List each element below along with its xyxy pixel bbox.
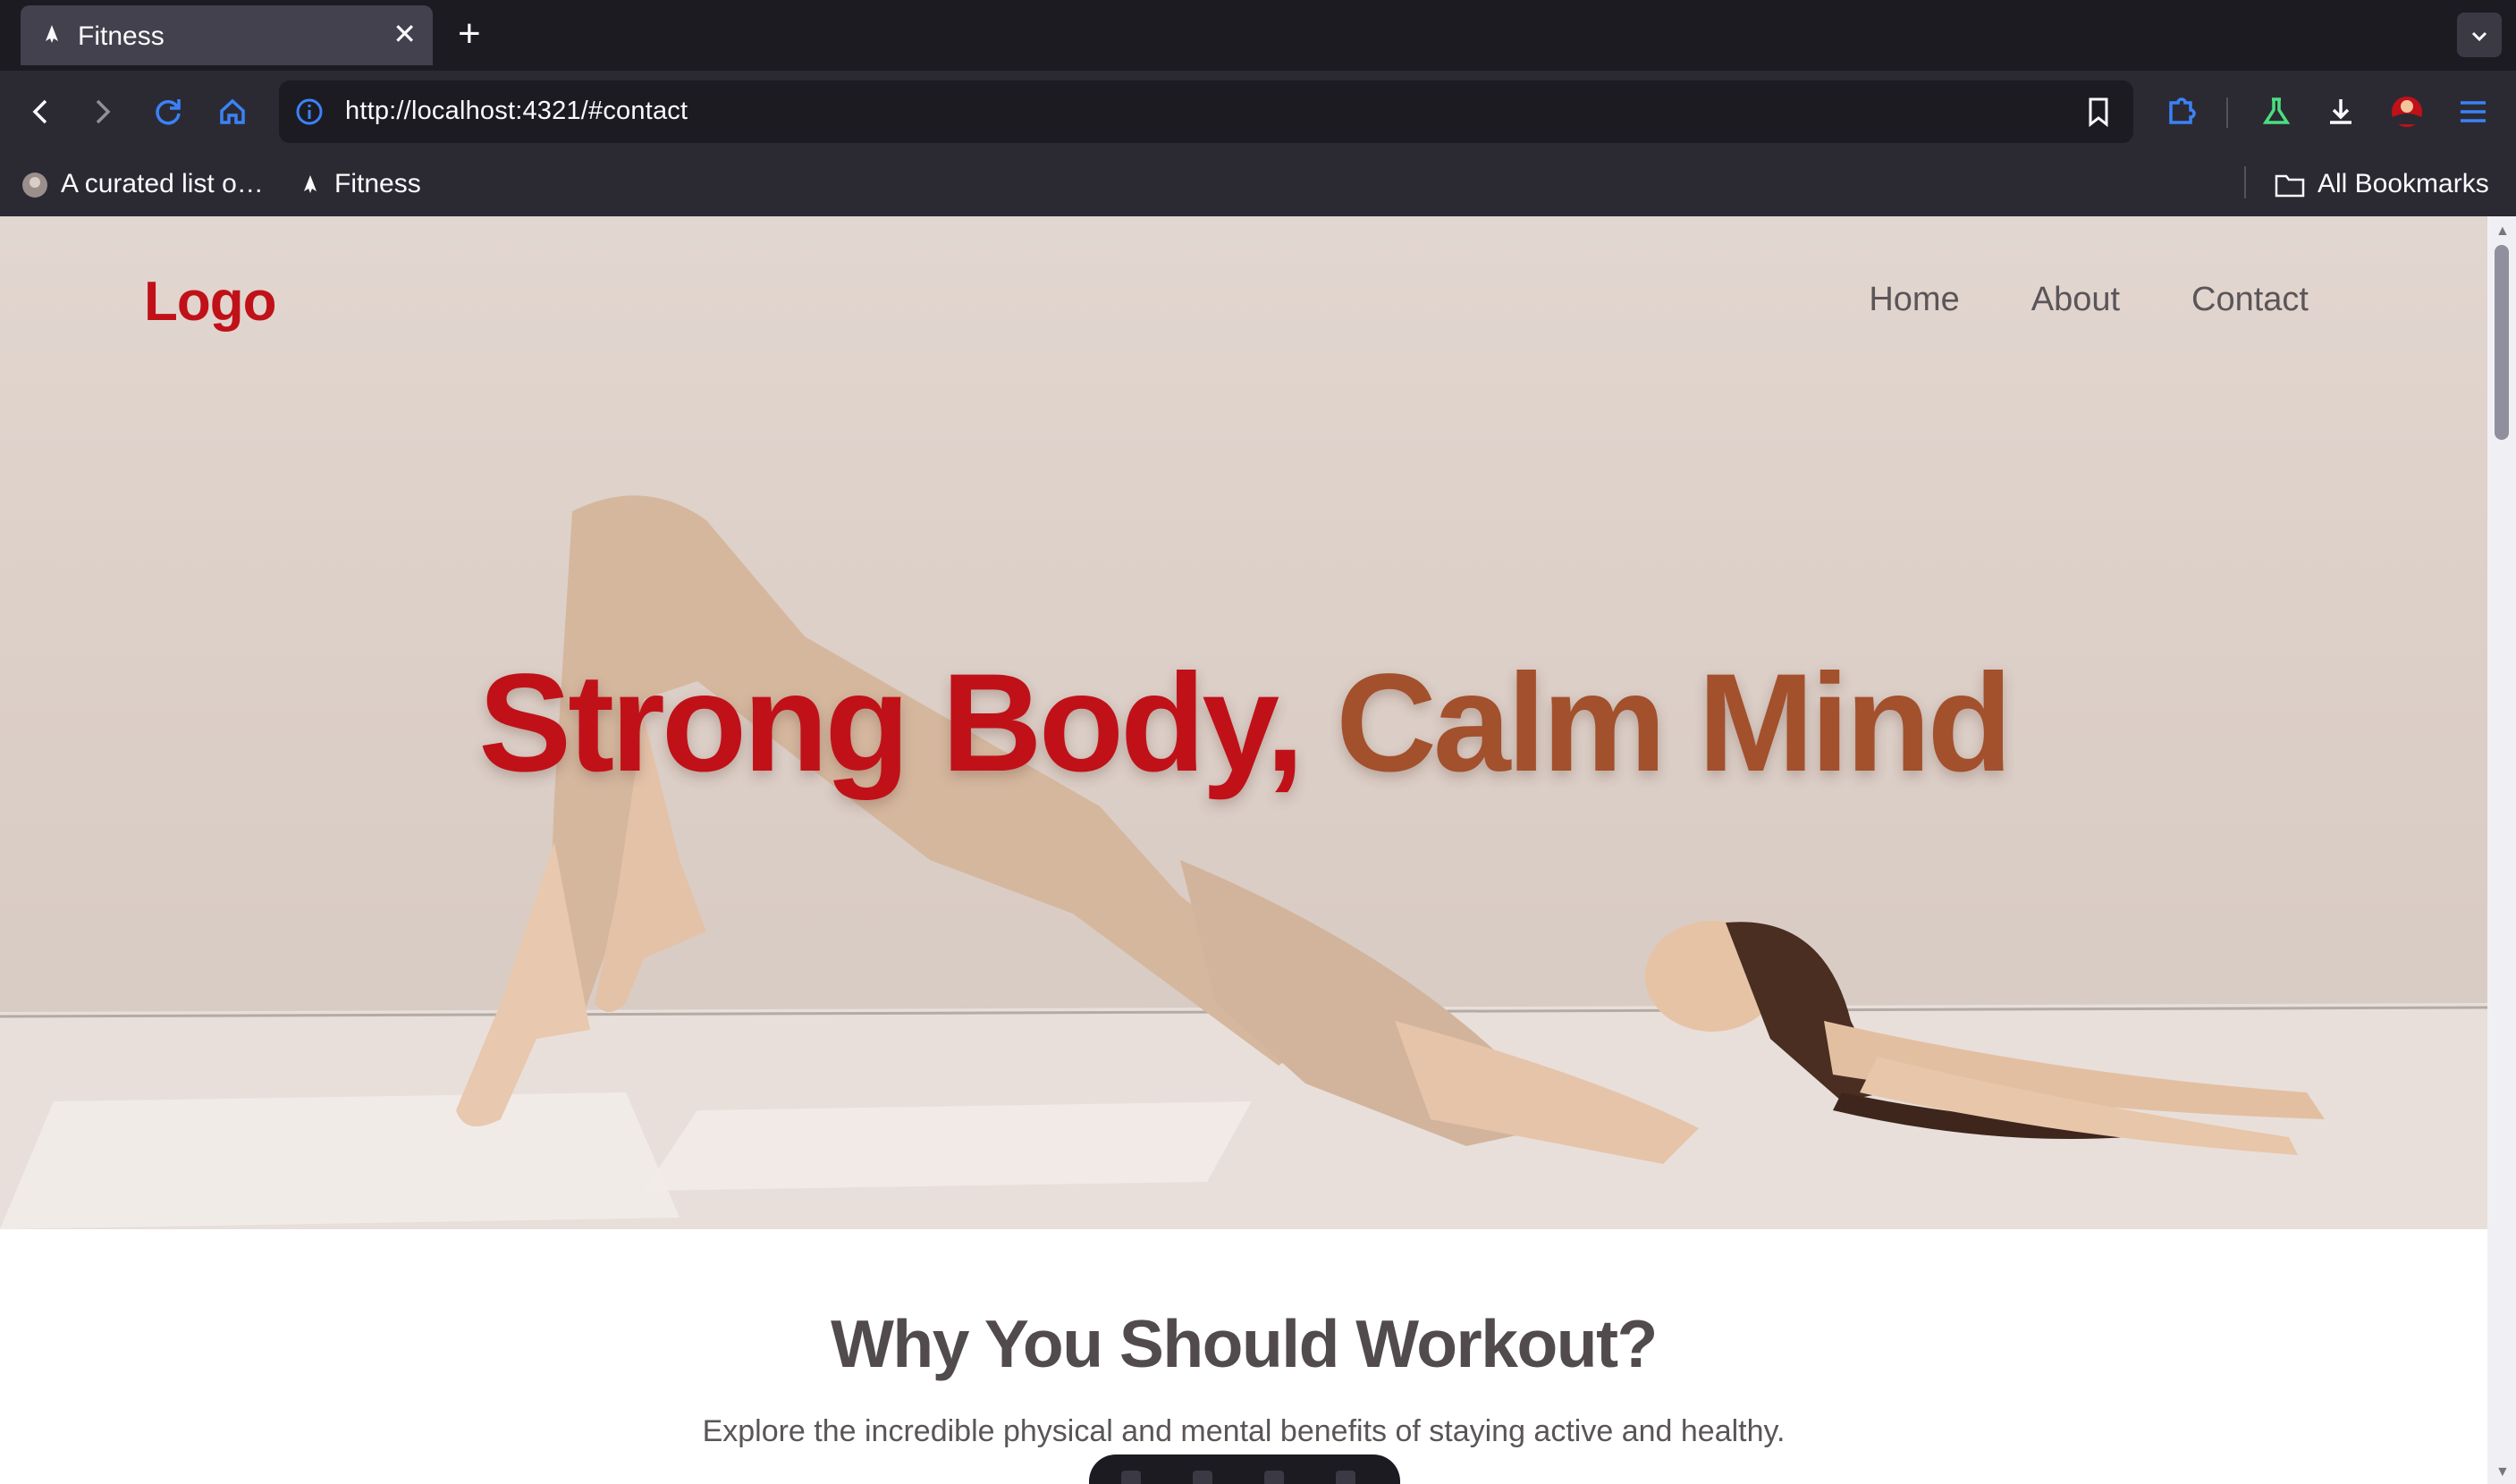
tab-strip: Fitness ✕ + [0,0,2516,71]
dev-toolbar-audit-icon[interactable] [1193,1471,1212,1484]
forward-button[interactable] [79,89,125,135]
download-icon [2330,99,2351,124]
scroll-down-arrow-icon[interactable]: ▼ [2495,1464,2510,1480]
astro-icon [304,175,317,194]
scroll-up-arrow-icon[interactable]: ▲ [2495,223,2510,240]
bookmark-fitness[interactable]: Fitness [299,162,421,207]
scrollbar-thumb[interactable] [2495,245,2509,440]
site-nav: Home About Contact [1869,281,2309,319]
puzzle-icon [2169,97,2196,124]
labs-button[interactable] [2253,89,2300,135]
folder-icon [2275,174,2305,198]
nav-link-home[interactable]: Home [1869,281,1959,319]
section-title: Why You Should Workout? [831,1306,1658,1381]
account-button[interactable] [2384,89,2430,135]
chevron-down-icon [2471,31,2487,42]
astro-icon [46,25,58,43]
nav-link-about[interactable]: About [2031,281,2120,319]
tab-title: Fitness [78,21,165,51]
hamburger-menu-icon [2461,101,2486,122]
list-all-tabs-button[interactable] [2457,13,2502,57]
dev-toolbar-menu-icon[interactable] [1264,1471,1284,1484]
section-subtitle: Explore the incredible physical and ment… [702,1414,1786,1448]
bookmark-curated-list[interactable]: A curated list o… [21,162,264,207]
hero-section: Logo Home About Contact Strong Body, Cal… [0,216,2487,1229]
reload-button[interactable] [145,89,191,135]
flask-icon [2262,97,2291,124]
address-bar[interactable]: http://localhost:4321/#contact [279,80,2133,143]
dev-toolbar-astro-icon[interactable] [1121,1471,1141,1484]
hero-title-part1: Strong Body, [478,645,1304,801]
url-text[interactable]: http://localhost:4321/#contact [345,97,688,126]
toolbar-separator [2226,97,2228,128]
bookmark-star-icon[interactable] [2083,96,2114,128]
avatar-icon [22,173,47,198]
site-info-icon[interactable] [293,96,325,128]
page-scrollbar[interactable]: ▲ ▼ [2487,216,2516,1484]
home-icon [220,98,245,124]
tab-fitness[interactable]: Fitness ✕ [21,5,433,65]
new-tab-button[interactable]: + [458,14,481,54]
browser-chrome: Fitness ✕ + http://localhost:4321/#conta… [0,0,2516,216]
page-viewport: Logo Home About Contact Strong Body, Cal… [0,216,2487,1484]
back-arrow-icon [32,99,47,124]
downloads-button[interactable] [2318,89,2364,135]
app-menu-button[interactable] [2450,89,2496,135]
back-button[interactable] [18,89,64,135]
all-bookmarks-label: All Bookmarks [2318,169,2489,198]
avatar-icon [2392,97,2422,127]
reload-icon [156,99,181,125]
bookmark-label: A curated list o… [61,169,264,198]
bookmark-label: Fitness [334,169,421,198]
bookmarks-toolbar: A curated list o… Fitness All Bookmarks [0,153,2516,216]
all-bookmarks-button[interactable]: All Bookmarks [2275,162,2489,207]
extensions-button[interactable] [2158,89,2205,135]
close-tab-icon[interactable]: ✕ [393,18,417,50]
nav-link-contact[interactable]: Contact [2191,281,2309,319]
bookmarks-separator [2244,166,2246,198]
forward-arrow-icon [96,99,111,124]
hero-title-part2: Calm Mind [1336,645,2013,801]
hero-title: Strong Body, Calm Mind [0,644,2487,804]
navigation-toolbar: http://localhost:4321/#contact [0,71,2516,153]
astro-dev-toolbar[interactable] [1089,1454,1400,1484]
site-logo[interactable]: Logo [144,270,276,333]
home-button[interactable] [209,89,256,135]
dev-toolbar-settings-icon[interactable] [1336,1471,1355,1484]
